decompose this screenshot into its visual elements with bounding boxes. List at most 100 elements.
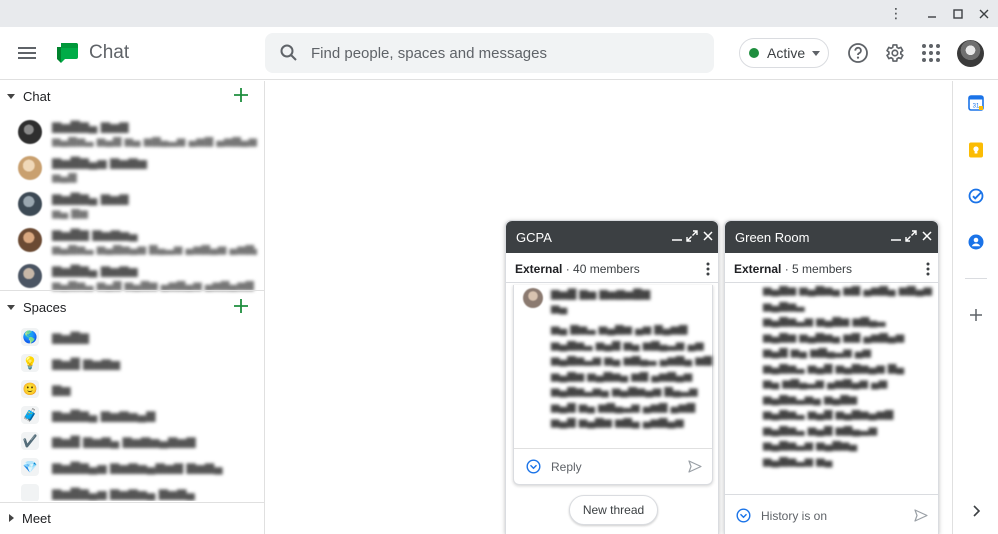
caret-down-icon xyxy=(7,304,15,310)
space-item[interactable]: 🙂 ▆▅ xyxy=(0,377,264,403)
message-thread-card: ▆▅▇ ▆▅ ▆▅▆▅▇▆ ▅▄ ▅▄ ▆▅▃ ▅▄▆▅ ▄▅ ▆▄▅▆ ▅▄▆… xyxy=(513,285,713,485)
dm-name-redacted: ▆▅▇▆ ▆▅▆▅▄ xyxy=(52,227,138,241)
member-count: · 40 members xyxy=(565,262,640,276)
close-icon[interactable] xyxy=(921,230,933,242)
dm-item[interactable]: ▆▅▇▆ ▆▅▆▅▄ ▅▄▆▅▃ ▅▄▆▅▄▅ ▆▄▃▅ ▄▅▆▄▅ ▄▅▆▄ … xyxy=(0,225,264,261)
dm-preview-redacted: ▅▄▆ xyxy=(52,171,77,183)
space-item[interactable]: ▆▅▇▆▄▅ ▆▅▆▅▄ ▆▅▆▄ xyxy=(0,481,264,501)
help-icon[interactable] xyxy=(847,42,869,64)
tasks-icon[interactable] xyxy=(968,188,984,204)
space-item[interactable]: 💎 ▆▅▇▆▄▅ ▆▅▆▅▄▆▅▆ ▆▅▆▄ xyxy=(0,455,264,481)
spaces-section-header[interactable]: Spaces xyxy=(0,293,265,321)
close-window-icon[interactable] xyxy=(969,0,998,27)
history-row[interactable]: History is on xyxy=(725,494,938,534)
search-input[interactable] xyxy=(311,33,701,73)
dm-item[interactable]: ▆▅▇▆▄ ▆▅▆ ▅▄▆▅▃ ▅▄▆ ▅▄ ▅▆▄▃▅ ▄▅▆ ▄▅▆▄▅ ▆… xyxy=(0,117,264,153)
popout-header[interactable]: Green Room xyxy=(725,221,938,253)
gear-icon[interactable] xyxy=(883,42,905,64)
popout-subheader: External · 5 members xyxy=(725,253,938,283)
dm-item[interactable]: ▆▅▇▆▄ ▆▅▆▅ ▅▄▆▅▃ ▅▄▆ ▅▄▆▅ ▄▅▆▄▅ ▄▅▆▄▅▆ xyxy=(0,261,264,297)
dm-preview-redacted: ▅▄▆▅▃ ▅▄▆▅▄▅ ▆▄▃▅ ▄▅▆▄▅ ▄▅▆▄ ▅▆▄▅ xyxy=(52,243,257,255)
chevron-right-icon[interactable] xyxy=(968,503,984,519)
svg-text:31: 31 xyxy=(973,104,980,110)
gem-icon: 💎 xyxy=(21,458,39,476)
space-item[interactable]: ✔️ ▆▅▇ ▆▅▆▄ ▆▅▆▅▄▆▅▆ xyxy=(0,429,264,455)
space-item[interactable]: 💡 ▆▅▇ ▆▅▆▅ xyxy=(0,351,264,377)
expand-icon[interactable] xyxy=(905,230,917,242)
smiley-icon: 🙂 xyxy=(21,380,39,398)
avatar xyxy=(18,156,42,180)
calendar-icon[interactable]: 31 xyxy=(968,95,984,111)
more-vert-icon[interactable]: ⋮ xyxy=(881,0,911,27)
chevron-circle-icon[interactable] xyxy=(526,459,541,474)
reply-label[interactable]: Reply xyxy=(551,460,582,474)
avatar xyxy=(18,192,42,216)
member-count: · 5 members xyxy=(784,262,853,276)
left-sidebar: Chat ▆▅▇▆▄ ▆▅▆ ▅▄▆▅▃ ▅▄▆ ▅▄ ▅▆▄▃▅ ▄▅▆ ▄▅… xyxy=(0,81,265,534)
meet-section-label: Meet xyxy=(22,510,51,526)
external-label: External xyxy=(515,262,563,276)
chat-popout-gcpa: GCPA External · 40 members ▆▅▇ ▆▅ ▆▅▆▅▇▆… xyxy=(505,220,719,534)
send-icon[interactable] xyxy=(914,509,928,522)
section-divider xyxy=(0,502,264,503)
spaces-section-label: Spaces xyxy=(23,299,67,315)
dm-preview-redacted: ▅▄ ▆▅ xyxy=(52,207,89,219)
rail-divider xyxy=(965,278,987,279)
history-label[interactable]: History is on xyxy=(761,509,827,523)
add-addon-plus-icon[interactable] xyxy=(968,307,984,323)
account-avatar[interactable] xyxy=(957,40,984,67)
minimize-icon[interactable] xyxy=(671,230,683,242)
message-body-redacted: ▅▄ ▆▅▃ ▅▄▆▅ ▄▅ ▆▄▅▆ ▅▄▆▅▃ ▅▄▆ ▅▄ ▅▆▄▃▅ ▄… xyxy=(551,323,713,428)
space-name-redacted: ▆▅▇▆▄ ▆▅▆▅▄▆ xyxy=(52,408,156,422)
popout-title: Green Room xyxy=(735,230,810,245)
status-dropdown[interactable]: Active xyxy=(739,38,829,68)
window-titlebar: ⋮ xyxy=(0,0,998,27)
dm-item[interactable]: ▆▅▇▆▄▅ ▆▅▆▅ ▅▄▆ xyxy=(0,153,264,189)
timestamp-redacted: ▅▄ xyxy=(551,302,568,314)
space-icon xyxy=(21,484,39,501)
contacts-icon[interactable] xyxy=(968,234,984,250)
expand-icon[interactable] xyxy=(686,230,698,242)
message-body-redacted: ▅▄▆▅ ▅▄▆▅▄ ▅▆ ▄▅▆▄ ▅▆▄▅ ▅▄▆▅▃ ▅▄▆▅▃▅ ▅▄▆… xyxy=(763,284,932,467)
keep-icon[interactable] xyxy=(968,142,984,158)
chat-section-header[interactable]: Chat xyxy=(0,82,265,110)
dm-item[interactable]: ▆▅▇▆▄ ▆▅▆ ▅▄ ▆▅ xyxy=(0,189,264,225)
create-space-plus-icon[interactable] xyxy=(233,298,249,314)
chat-popout-green-room: Green Room External · 5 members ▅▄▆▅ ▅▄▆… xyxy=(724,220,939,534)
more-vert-icon[interactable] xyxy=(926,262,930,276)
space-item[interactable]: 🧳 ▆▅▇▆▄ ▆▅▆▅▄▆ xyxy=(0,403,264,429)
app-title: Chat xyxy=(89,42,130,63)
checkmark-icon: ✔️ xyxy=(21,432,39,450)
reply-row[interactable]: Reply xyxy=(514,448,712,484)
popout-title: GCPA xyxy=(516,230,552,245)
popout-subheader: External · 40 members xyxy=(506,253,718,283)
globe-icon: 🌎 xyxy=(21,328,39,346)
space-name-redacted: ▆▅ xyxy=(52,382,71,396)
external-label: External xyxy=(734,262,782,276)
search-icon[interactable] xyxy=(279,43,299,63)
chevron-circle-icon[interactable] xyxy=(736,508,751,523)
more-vert-icon[interactable] xyxy=(706,262,710,276)
close-icon[interactable] xyxy=(702,230,714,242)
meet-section-header[interactable]: Meet xyxy=(0,504,265,532)
search-bar xyxy=(265,33,714,73)
minimize-icon[interactable] xyxy=(890,230,902,242)
space-item[interactable]: 🌎 ▆▅▇▆ xyxy=(0,325,264,351)
apps-grid-icon[interactable] xyxy=(920,42,942,64)
side-panel-rail: 31 xyxy=(952,81,998,534)
lightbulb-icon: 💡 xyxy=(21,354,39,372)
dm-preview-redacted: ▅▄▆▅▃ ▅▄▆ ▅▄ ▅▆▄▃▅ ▄▅▆ ▄▅▆▄▅ ▆▄▅ xyxy=(52,135,257,147)
space-name-redacted: ▆▅▇▆▄▅ ▆▅▆▅▄▆▅▆ ▆▅▆▄ xyxy=(52,460,223,474)
chat-section-label: Chat xyxy=(23,88,51,104)
caret-down-icon xyxy=(7,93,15,99)
new-thread-button[interactable]: New thread xyxy=(569,495,658,525)
status-label: Active xyxy=(767,45,806,61)
dm-name-redacted: ▆▅▇▆▄ ▆▅▆ xyxy=(52,119,129,133)
popout-header[interactable]: GCPA xyxy=(506,221,718,253)
start-chat-plus-icon[interactable] xyxy=(233,87,249,103)
space-name-redacted: ▆▅▇ ▆▅▆▄ ▆▅▆▅▄▆▅▆ xyxy=(52,434,196,448)
main-menu-icon[interactable] xyxy=(18,44,38,62)
chat-logo-icon xyxy=(57,43,78,63)
status-dot xyxy=(749,48,759,58)
send-icon[interactable] xyxy=(688,460,702,473)
